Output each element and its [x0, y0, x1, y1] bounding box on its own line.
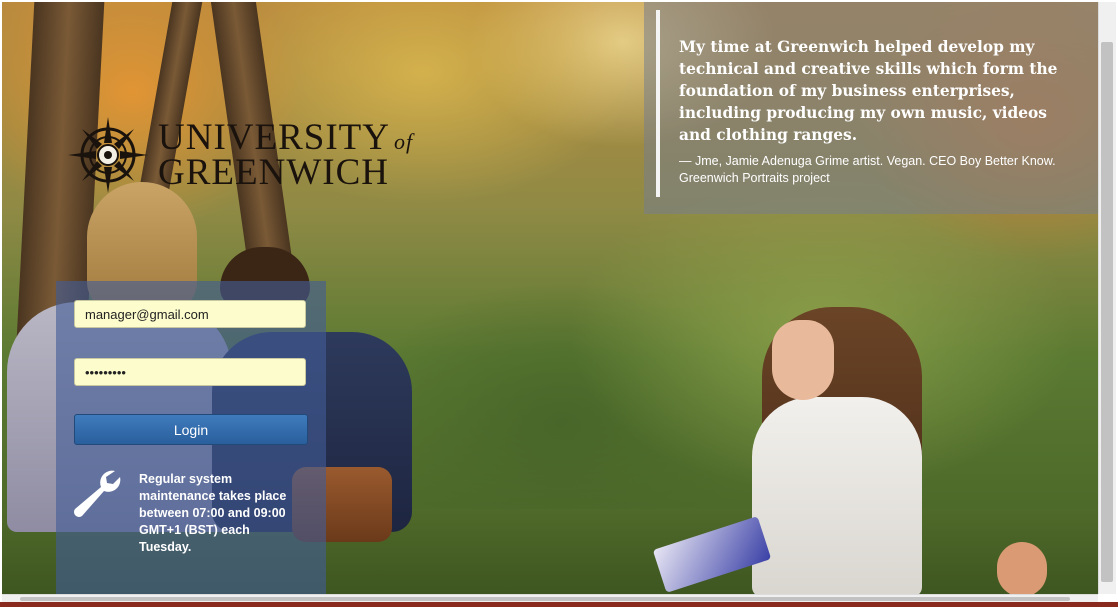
student-right-face: [772, 320, 834, 400]
compass-rose-icon: [68, 117, 148, 193]
horizontal-scroll-thumb[interactable]: [20, 597, 1070, 601]
testimonial-quote: My time at Greenwich helped develop my t…: [644, 2, 1098, 214]
logo-wordmark: UNIVERSITY of GREENWICH: [158, 116, 414, 193]
quote-text: My time at Greenwich helped develop my t…: [679, 38, 1058, 144]
logo-line-university: UNIVERSITY: [158, 116, 390, 158]
quote-citation: — Jme, Jamie Adenuga Grime artist. Vegan…: [679, 154, 1056, 185]
login-button[interactable]: Login: [74, 414, 308, 445]
password-field[interactable]: [74, 358, 306, 386]
maintenance-notice: Regular system maintenance takes place b…: [139, 472, 287, 554]
wrench-icon: [74, 470, 121, 517]
quote-bar: [656, 10, 660, 197]
logo-of: of: [393, 128, 414, 154]
student-right-coat: [752, 397, 922, 594]
email-field[interactable]: [74, 300, 306, 328]
university-logo: UNIVERSITY of GREENWICH: [66, 116, 413, 194]
bottom-strip: [0, 602, 1118, 607]
logo-line-greenwich: GREENWICH: [158, 152, 389, 193]
vertical-scroll-thumb[interactable]: [1101, 42, 1113, 582]
background-person: [997, 542, 1047, 594]
vertical-scrollbar[interactable]: [1098, 2, 1116, 594]
login-panel: Login Regular system maintenance takes p…: [56, 281, 326, 594]
